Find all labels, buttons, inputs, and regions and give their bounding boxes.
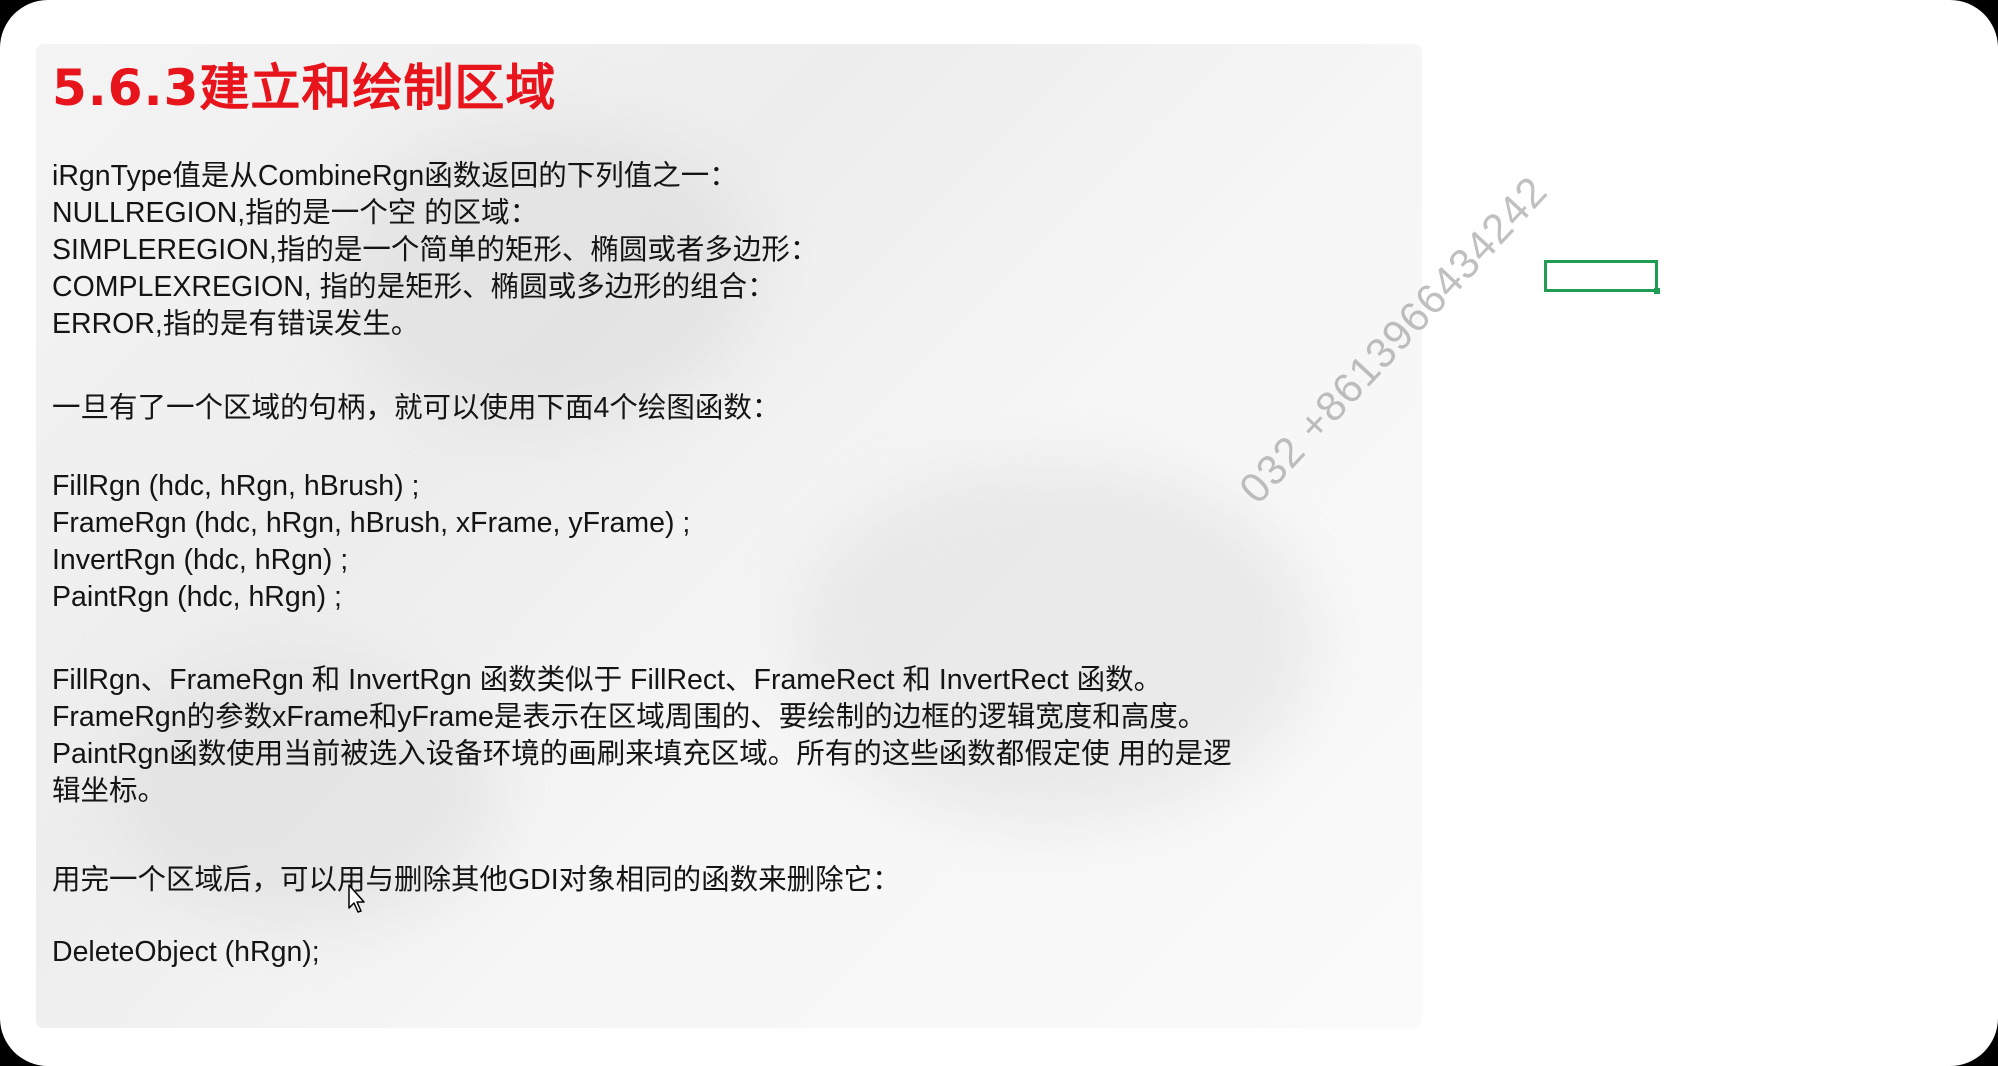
text-line-nullregion: NULLREGION,指的是一个空 的区域： (52, 197, 539, 229)
text-line-error: ERROR,指的是有错误发生。 (52, 308, 420, 340)
video-frame: 5.6.3建立和绘制区域 iRgnType值是从CombineRgn函数返回的下… (0, 0, 1998, 1066)
cell-selection-box (1544, 260, 1660, 294)
code-line-framergn: FrameRgn (hdc, hRgn, hBrush, xFrame, yFr… (52, 507, 691, 539)
text-line-handle-intro: 一旦有了一个区域的句柄，就可以使用下面4个绘图函数： (52, 392, 781, 424)
slide-title: 5.6.3建立和绘制区域 (52, 59, 557, 117)
text-line-similar-functions: FillRgn、FrameRgn 和 InvertRgn 函数类似于 FillR… (52, 664, 1163, 696)
text-line-logical-coords: 辑坐标。 (52, 775, 167, 807)
fill-handle[interactable] (1654, 288, 1660, 294)
screen: 5.6.3建立和绘制区域 iRgnType值是从CombineRgn函数返回的下… (0, 0, 1998, 1066)
text-line-simpleregion: SIMPLEREGION,指的是一个简单的矩形、椭圆或者多边形： (52, 234, 819, 266)
code-line-invertrgn: InvertRgn (hdc, hRgn) ; (52, 544, 349, 576)
presentation-slide: 5.6.3建立和绘制区域 iRgnType值是从CombineRgn函数返回的下… (36, 44, 1422, 1028)
text-line-delete-intro: 用完一个区域后，可以用与删除其他GDI对象相同的函数来删除它： (52, 864, 901, 896)
text-line-frame-params: FrameRgn的参数xFrame和yFrame是表示在区域周围的、要绘制的边框… (52, 701, 1207, 733)
code-line-fillrgn: FillRgn (hdc, hRgn, hBrush) ; (52, 470, 420, 502)
code-line-paintrgn: PaintRgn (hdc, hRgn) ; (52, 581, 342, 613)
code-line-deleteobject: DeleteObject (hRgn); (52, 936, 320, 968)
text-line-rgntype: iRgnType值是从CombineRgn函数返回的下列值之一： (52, 160, 738, 192)
text-line-paintrgn-desc: PaintRgn函数使用当前被选入设备环境的画刷来填充区域。所有的这些函数都假定… (52, 738, 1232, 770)
mouse-pointer-icon (348, 884, 365, 913)
text-line-complexregion: COMPLEXREGION, 指的是矩形、椭圆或多边形的组合： (52, 271, 776, 303)
